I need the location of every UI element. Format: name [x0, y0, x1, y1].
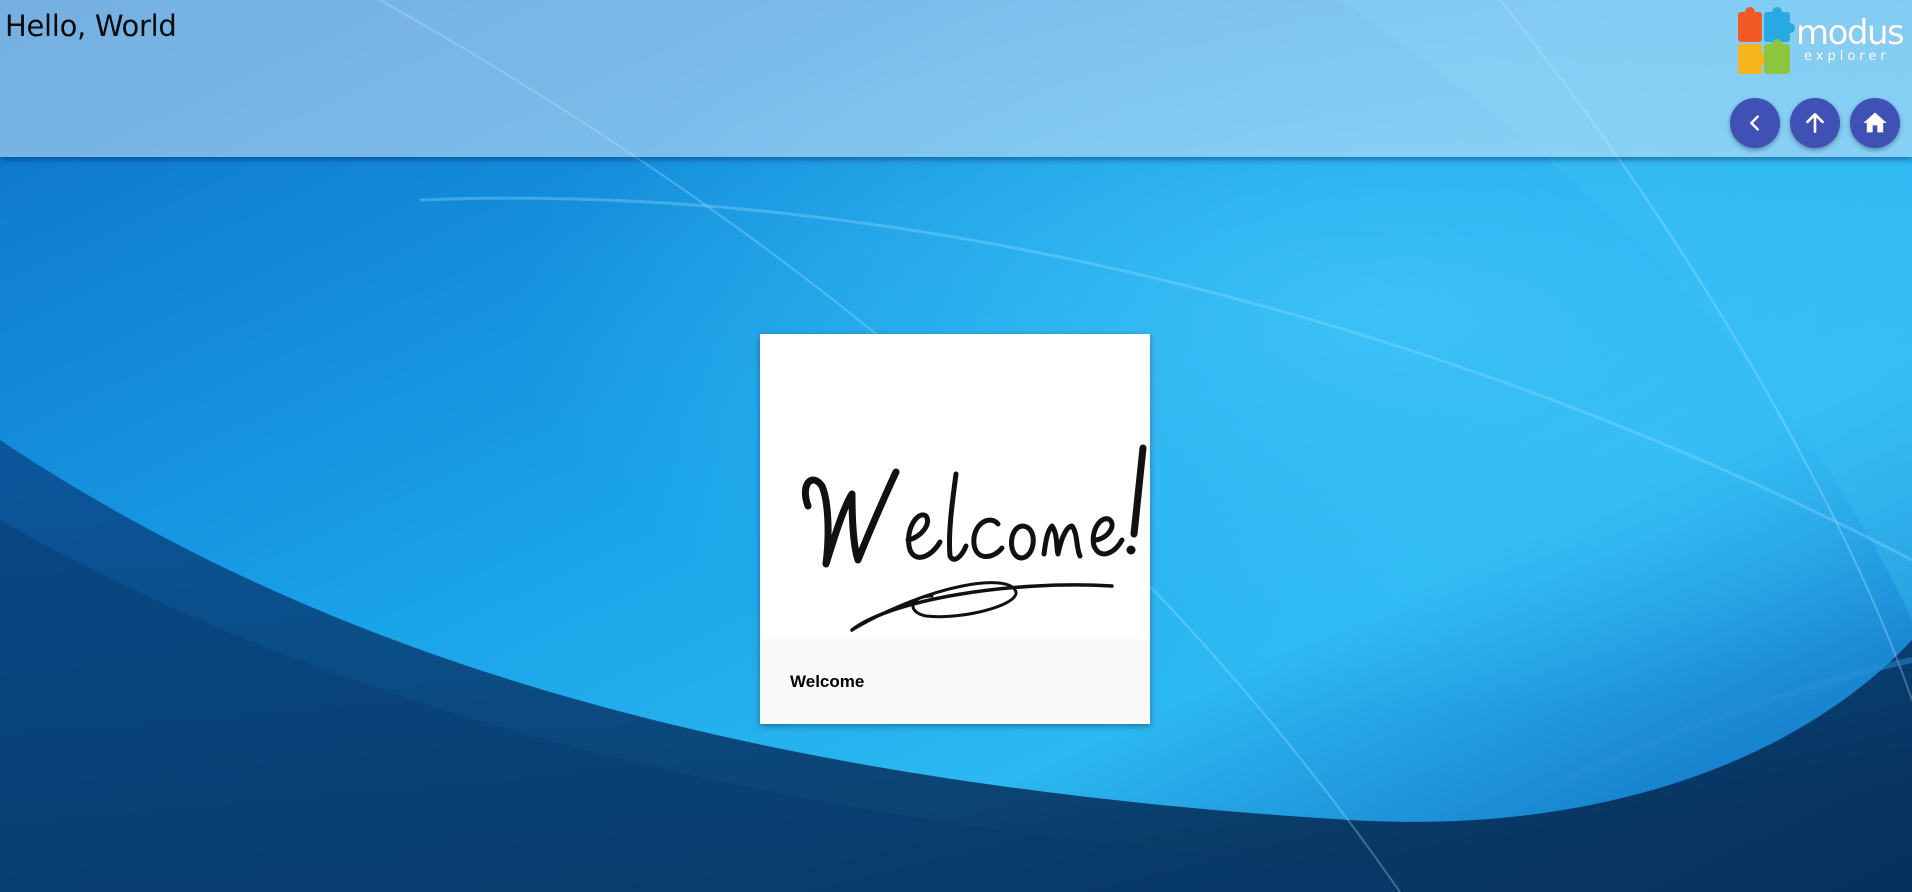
greeting-text: Hello, World [5, 9, 177, 43]
top-bar: Hello, World modus explorer [0, 0, 1912, 157]
arrow-up-icon [1806, 113, 1824, 133]
back-button[interactable] [1730, 98, 1780, 148]
up-button[interactable] [1790, 98, 1840, 148]
home-button[interactable] [1850, 98, 1900, 148]
welcome-card-image [760, 334, 1150, 639]
logo-subtitle: explorer [1804, 49, 1890, 64]
welcome-card[interactable]: Welcome [760, 334, 1150, 724]
puzzle-logo-icon [1738, 7, 1795, 74]
logo-wordmark: modus [1796, 13, 1905, 53]
desktop: Hello, World modus explorer Welcome [0, 0, 1912, 892]
home-icon [1863, 112, 1887, 133]
chevron-left-icon [1750, 115, 1759, 131]
welcome-lettering-image [801, 444, 1147, 632]
modus-explorer-logo: modus explorer [1734, 6, 1905, 78]
welcome-card-title: Welcome [790, 672, 865, 691]
